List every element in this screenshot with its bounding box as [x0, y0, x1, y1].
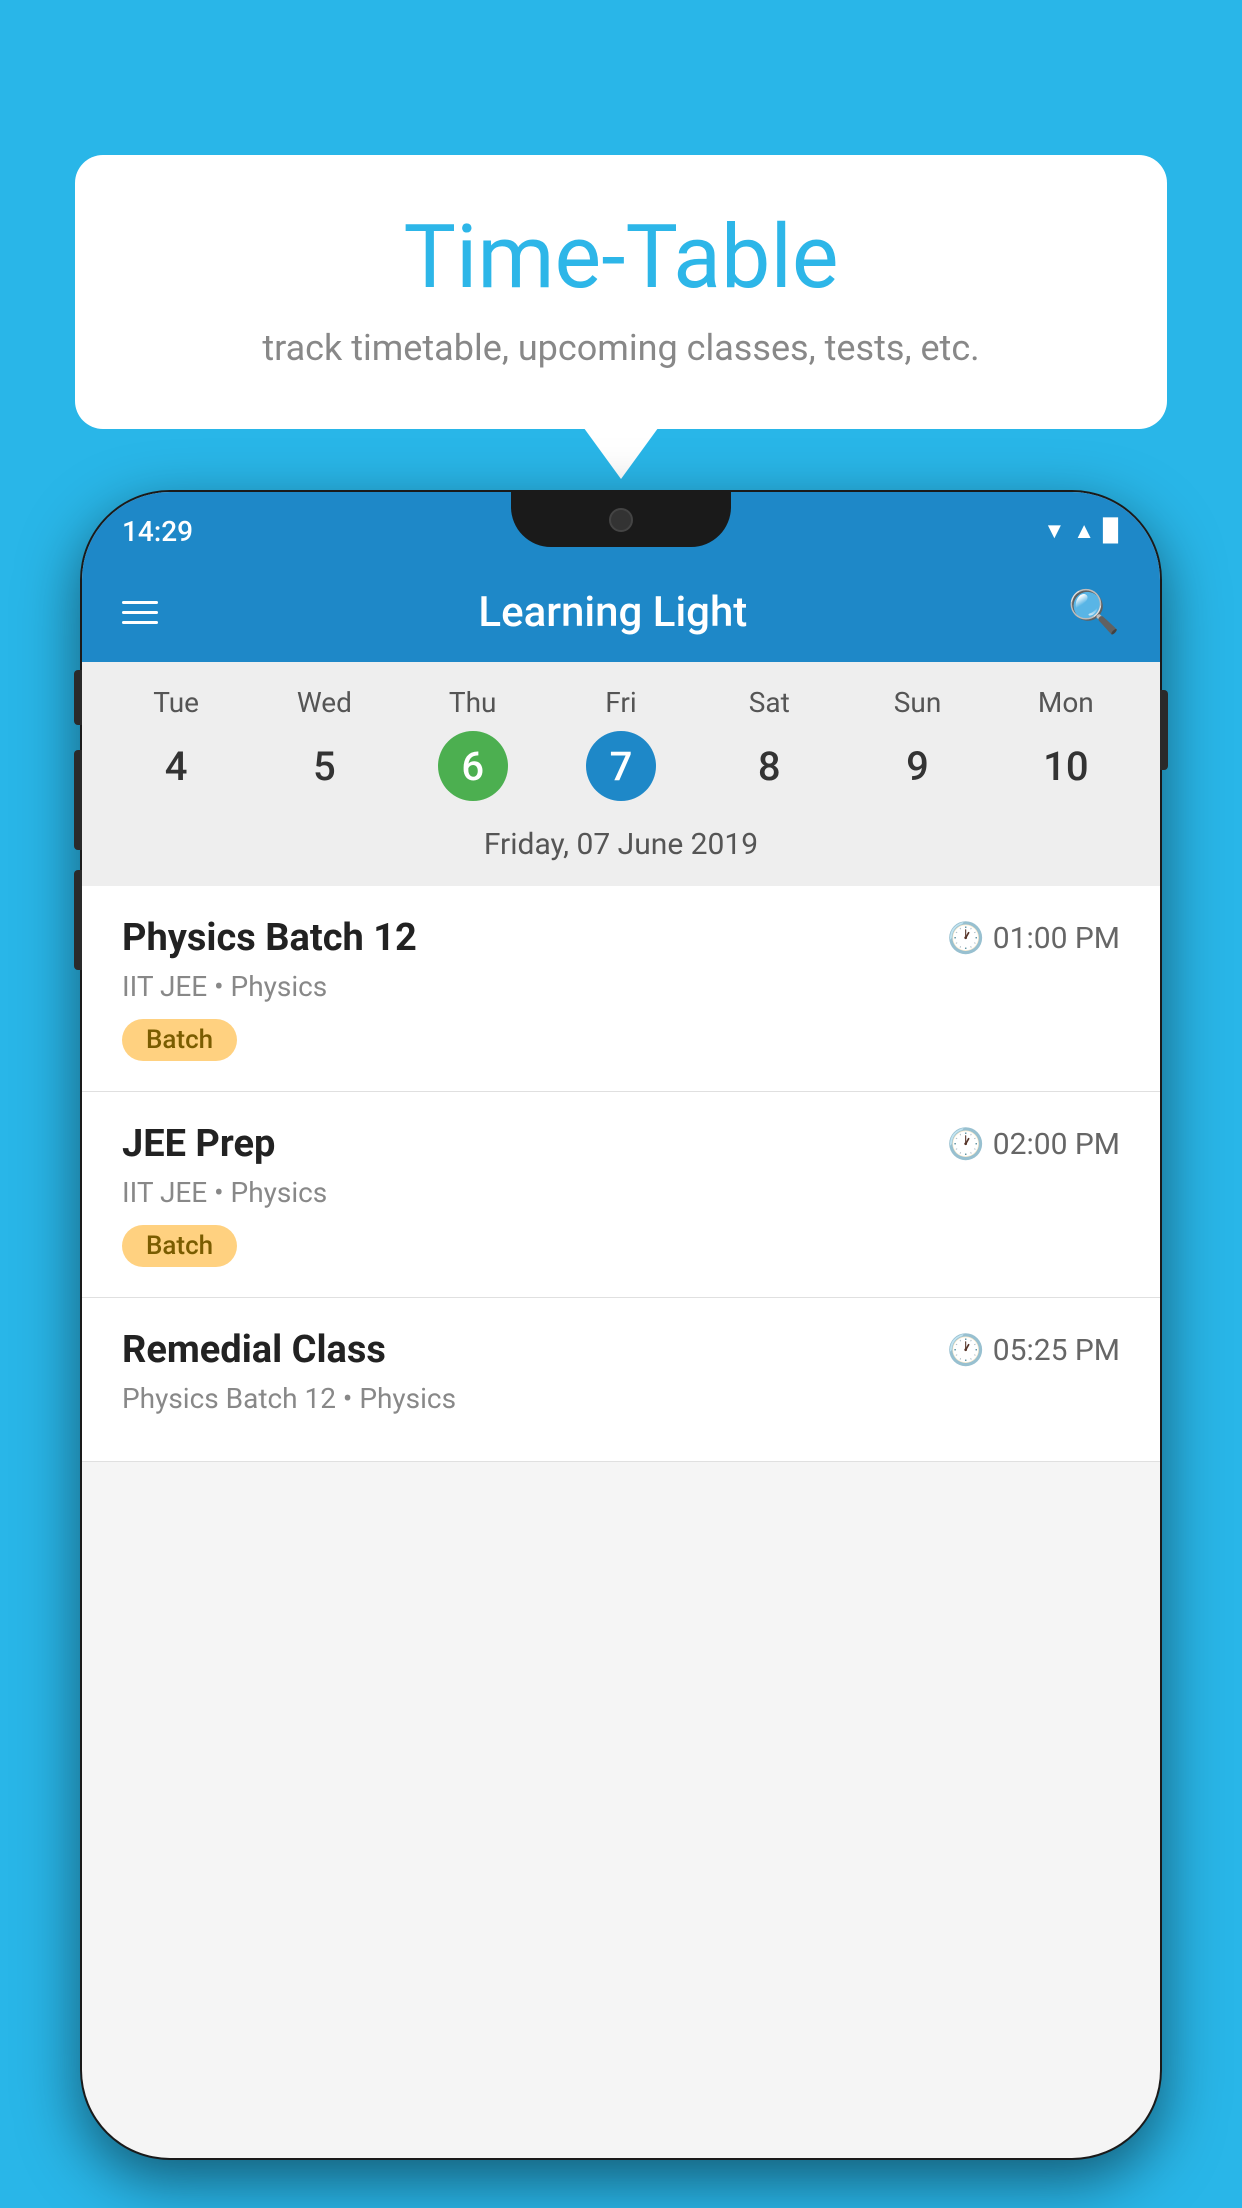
phone-screen: 14:29 ▼ ▲ ▉ Learning Light 🔍 — [82, 492, 1160, 2158]
calendar-strip: Tue 4 Wed 5 Thu 6 Fri — [82, 662, 1160, 886]
class-header-2: Remedial Class 🕐 05:25 PM — [122, 1328, 1120, 1372]
class-name-1: JEE Prep — [122, 1122, 275, 1166]
phone-vol-up-button — [74, 750, 82, 850]
day-number-6: 10 — [1031, 731, 1101, 801]
clock-icon-0: 🕐 — [947, 921, 984, 956]
day-col-4[interactable]: Sat 8 — [704, 686, 834, 801]
wifi-icon: ▼ — [1044, 518, 1066, 544]
phone-mute-button — [74, 670, 82, 725]
clock-icon-2: 🕐 — [947, 1333, 984, 1368]
speech-bubble: Time-Table track timetable, upcoming cla… — [75, 155, 1167, 429]
phone-frame: 14:29 ▼ ▲ ▉ Learning Light 🔍 — [80, 490, 1162, 2160]
batch-badge-0: Batch — [122, 1019, 237, 1061]
status-time: 14:29 — [122, 515, 193, 548]
class-time-1: 🕐 02:00 PM — [947, 1127, 1120, 1162]
phone-camera — [609, 508, 633, 532]
classes-list: Physics Batch 12 🕐 01:00 PM IIT JEE • Ph… — [82, 886, 1160, 1462]
class-name-0: Physics Batch 12 — [122, 916, 417, 960]
day-number-4: 8 — [734, 731, 804, 801]
class-subtitle-1: IIT JEE • Physics — [122, 1176, 1120, 1209]
phone-vol-down-button — [74, 870, 82, 970]
day-name-4: Sat — [749, 686, 790, 719]
day-col-6[interactable]: Mon 10 — [1001, 686, 1131, 801]
speech-bubble-subtitle: track timetable, upcoming classes, tests… — [135, 327, 1107, 369]
speech-bubble-title: Time-Table — [135, 210, 1107, 307]
days-row: Tue 4 Wed 5 Thu 6 Fri — [102, 686, 1140, 801]
class-subtitle-0: IIT JEE • Physics — [122, 970, 1120, 1003]
class-name-2: Remedial Class — [122, 1328, 386, 1372]
day-number-3: 7 — [586, 731, 656, 801]
phone-notch — [511, 492, 731, 547]
day-name-6: Mon — [1038, 686, 1094, 719]
signal-icon: ▲ — [1073, 518, 1095, 544]
batch-badge-1: Batch — [122, 1225, 237, 1267]
day-col-3[interactable]: Fri 7 — [556, 686, 686, 801]
day-number-0: 4 — [141, 731, 211, 801]
class-item-0[interactable]: Physics Batch 12 🕐 01:00 PM IIT JEE • Ph… — [82, 886, 1160, 1092]
day-name-1: Wed — [297, 686, 352, 719]
menu-button[interactable] — [122, 601, 158, 624]
day-name-5: Sun — [894, 686, 942, 719]
selected-date: Friday, 07 June 2019 — [102, 817, 1140, 866]
day-number-1: 5 — [289, 731, 359, 801]
day-name-2: Thu — [449, 686, 497, 719]
app-title: Learning Light — [478, 588, 747, 637]
day-number-2: 6 — [438, 731, 508, 801]
class-time-0: 🕐 01:00 PM — [947, 921, 1120, 956]
day-col-5[interactable]: Sun 9 — [853, 686, 983, 801]
search-icon[interactable]: 🔍 — [1068, 588, 1120, 637]
phone-power-button — [1160, 690, 1168, 770]
class-item-1[interactable]: JEE Prep 🕐 02:00 PM IIT JEE • Physics Ba… — [82, 1092, 1160, 1298]
class-time-2: 🕐 05:25 PM — [947, 1333, 1120, 1368]
day-number-5: 9 — [883, 731, 953, 801]
class-subtitle-2: Physics Batch 12 • Physics — [122, 1382, 1120, 1415]
day-col-1[interactable]: Wed 5 — [259, 686, 389, 801]
day-name-0: Tue — [153, 686, 199, 719]
battery-icon: ▉ — [1103, 519, 1120, 544]
day-name-3: Fri — [605, 686, 636, 719]
day-col-2[interactable]: Thu 6 — [408, 686, 538, 801]
class-header-1: JEE Prep 🕐 02:00 PM — [122, 1122, 1120, 1166]
status-icons: ▼ ▲ ▉ — [1044, 518, 1120, 544]
day-col-0[interactable]: Tue 4 — [111, 686, 241, 801]
phone-container: 14:29 ▼ ▲ ▉ Learning Light 🔍 — [80, 490, 1162, 2208]
clock-icon-1: 🕐 — [947, 1127, 984, 1162]
class-header-0: Physics Batch 12 🕐 01:00 PM — [122, 916, 1120, 960]
class-item-2[interactable]: Remedial Class 🕐 05:25 PM Physics Batch … — [82, 1298, 1160, 1462]
app-bar: Learning Light 🔍 — [82, 562, 1160, 662]
